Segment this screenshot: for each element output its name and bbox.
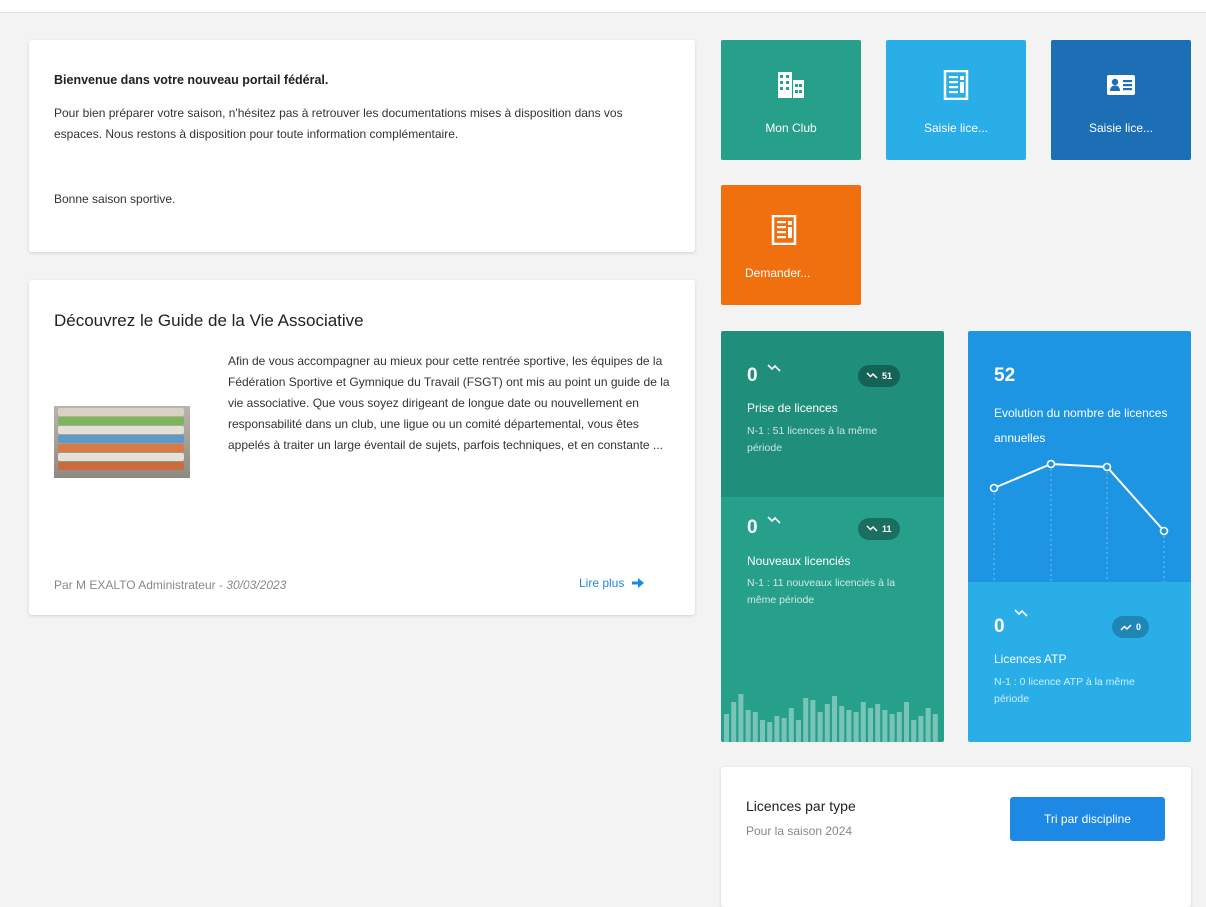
tile-label: Mon Club <box>765 121 817 135</box>
sparkline-bar <box>824 704 830 742</box>
sparkline-bar <box>781 718 787 742</box>
read-more-label: Lire plus <box>579 576 625 590</box>
sparkline-bar <box>724 714 729 742</box>
sparkline-bar <box>796 720 801 742</box>
sparkline-bar <box>932 714 938 742</box>
binders-stack-image <box>54 406 190 478</box>
sparkline-bar <box>767 722 773 742</box>
sparkline-bar <box>788 708 794 742</box>
id-card-icon <box>1107 75 1135 95</box>
trend-badge: 11 <box>858 518 900 540</box>
article-excerpt: Afin de vous accompagner au mieux pour c… <box>228 354 670 452</box>
document-icon <box>771 215 797 245</box>
welcome-closing: Bonne saison sportive. <box>54 192 176 206</box>
trend-badge: 0 <box>1112 616 1150 638</box>
article-meta: Par M EXALTO Administrateur - 30/03/2023 <box>54 578 286 592</box>
tile-demander[interactable]: Demander... <box>721 185 861 305</box>
stat-label: Licences ATP <box>994 652 1067 666</box>
trend-badge-value: 51 <box>882 371 893 381</box>
tile-label: Demander... <box>745 266 811 280</box>
sparkline-bar <box>760 720 765 742</box>
licences-par-type-card: Licences par type Pour la saison 2024 Tr… <box>721 767 1191 907</box>
stat-subtext: N-1 : 51 licences à la même période <box>747 425 878 454</box>
trend-down-icon <box>767 516 781 524</box>
stat-label: Prise de licences <box>747 401 838 415</box>
sparkline-bar <box>925 708 931 742</box>
tri-par-discipline-button[interactable]: Tri par discipline <box>1010 797 1165 841</box>
sparkline-bar <box>882 710 888 742</box>
sparkline-bar <box>853 712 859 742</box>
stat-licences-atp: 0 0 Licences ATP N-1 : 0 licence ATP à l… <box>968 582 1191 742</box>
sparkline-bar <box>918 716 924 742</box>
tile-saisie-licence[interactable]: Saisie lice... <box>886 40 1026 160</box>
sparkline-bar <box>868 708 873 742</box>
evolution-line-chart <box>989 459 1169 582</box>
sparkline-bar <box>911 720 917 742</box>
sparkline-bar <box>839 706 845 742</box>
card-title: Licences par type <box>746 798 856 814</box>
tile-label: Saisie lice... <box>1088 121 1154 135</box>
welcome-card: Bienvenue dans votre nouveau portail féd… <box>29 40 695 252</box>
stat-evolution: 52 Evolution du nombre de licences annue… <box>968 331 1191 582</box>
sparkline-bar <box>889 714 895 742</box>
article-date: 30/03/2023 <box>226 578 287 592</box>
trend-badge: 51 <box>858 365 901 387</box>
stat-label: Nouveaux licenciés <box>747 554 851 568</box>
trend-down-icon <box>866 525 878 532</box>
stat-nouveaux-licencies: 0 11 Nouveaux licenciés N-1 : 11 nouveau… <box>721 497 944 742</box>
article-card: Découvrez le Guide de la Vie Associative… <box>29 280 695 615</box>
arrow-right-icon <box>632 578 645 588</box>
sparkline-bar <box>738 694 744 742</box>
tile-label: Saisie lice... <box>923 121 989 135</box>
trend-down-icon <box>1014 609 1028 617</box>
read-more-link[interactable]: Lire plus <box>579 576 645 590</box>
sparkline-bar <box>745 710 751 742</box>
sparkline-bars <box>724 694 938 742</box>
sparkline-bar <box>774 716 780 742</box>
stat-value: 0 <box>747 517 758 538</box>
building-icon <box>778 72 804 98</box>
stat-subtext: N-1 : 11 nouveaux licenciés à la même pé… <box>747 577 896 606</box>
stat-subtext: N-1 : 0 licence ATP à la même période <box>994 676 1135 705</box>
stat-prise-licences: 0 51 Prise de licences N-1 : 51 licences… <box>721 331 944 497</box>
trend-down-icon <box>767 364 781 372</box>
tile-saisie-licence-2[interactable]: Saisie lice... <box>1051 40 1191 160</box>
trend-up-icon <box>1120 624 1132 631</box>
sparkline-bar <box>752 712 758 742</box>
trend-badge-value: 11 <box>882 524 892 534</box>
article-author: Par M EXALTO Administrateur - <box>54 578 227 592</box>
article-title: Découvrez le Guide de la Vie Associative <box>54 311 364 330</box>
sparkline-bar <box>896 712 902 742</box>
sparkline-bar <box>904 702 909 742</box>
sparkline-bar <box>803 698 809 742</box>
stat-value: 0 <box>994 616 1005 637</box>
welcome-title: Bienvenue dans votre nouveau portail féd… <box>54 73 329 87</box>
sparkline-bar <box>846 710 852 742</box>
trend-down-icon <box>866 372 878 379</box>
stat-value: 0 <box>747 365 758 386</box>
sparkline-bar <box>731 702 737 742</box>
sparkline-bar <box>817 712 823 742</box>
sparkline-bar <box>810 700 816 742</box>
trend-badge-value: 0 <box>1136 622 1142 632</box>
sparkline-bar <box>860 702 866 742</box>
sparkline-bar <box>875 704 881 742</box>
sparkline-bar <box>832 696 837 742</box>
tile-mon-club[interactable]: Mon Club <box>721 40 861 160</box>
welcome-body: Pour bien préparer votre saison, n'hésit… <box>54 106 623 141</box>
card-subtitle: Pour la saison 2024 <box>746 824 853 838</box>
top-bar <box>0 0 1206 13</box>
document-icon <box>943 70 969 100</box>
